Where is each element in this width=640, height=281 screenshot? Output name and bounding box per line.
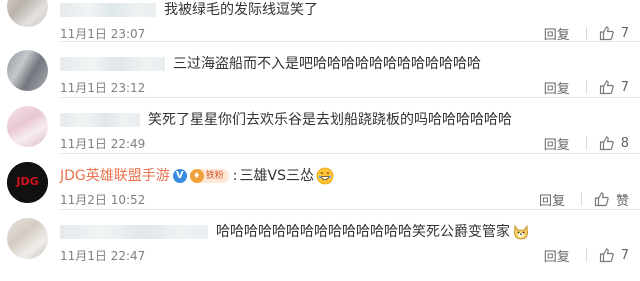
thumbs-up-icon <box>599 136 614 151</box>
comment-time: 11月1日 22:47 <box>60 248 146 263</box>
comment-meta: 11月1日 23:12 回复 7 <box>60 78 629 97</box>
user-name[interactable]: JDG英雄联盟手游 <box>60 167 170 185</box>
comment-body: 笑死了星星你们去欢乐谷是去划船跷跷板的吗哈哈哈哈哈哈 <box>60 111 512 129</box>
comment-time: 11月1日 23:12 <box>60 80 146 95</box>
verified-badge-icon: V <box>172 169 187 183</box>
jdg-logo: JDG <box>7 162 48 203</box>
avatar[interactable] <box>7 50 48 91</box>
divider <box>580 192 582 206</box>
like-button[interactable]: 7 <box>599 79 629 95</box>
comment-text: 笑死了星星你们去欢乐谷是去划船跷跷板的吗哈哈哈哈哈哈 <box>148 112 512 128</box>
comment-item: JDG JDG英雄联盟手游 V ♦ 铁粉 : 三雄VS三怂 11月2日 10:5… <box>0 154 640 210</box>
user-name-blurred[interactable] <box>60 225 208 239</box>
reply-button[interactable]: 回复 <box>544 134 570 153</box>
like-count: 7 <box>620 25 629 41</box>
fan-level-icon: ♦ <box>189 169 204 183</box>
like-count: 7 <box>620 79 629 95</box>
reply-button[interactable]: 回复 <box>544 246 570 265</box>
like-button[interactable]: 7 <box>599 247 629 263</box>
like-button[interactable]: 8 <box>599 135 629 151</box>
like-button[interactable]: 赞 <box>594 190 629 209</box>
like-button[interactable]: 7 <box>599 25 629 41</box>
comment-time: 11月1日 22:49 <box>60 136 146 151</box>
avatar[interactable] <box>7 106 48 147</box>
like-count: 7 <box>620 247 629 263</box>
comment-meta: 11月2日 10:52 回复 赞 <box>60 190 629 209</box>
thumbs-up-icon <box>594 192 609 207</box>
comment-item: 我被绿毛的发际线逗笑了 11月1日 23:07 回复 7 <box>0 0 640 43</box>
comment-text: 三雄VS三怂 <box>239 168 314 184</box>
avatar[interactable] <box>7 218 48 259</box>
comment-text: 三过海盗船而不入是吧哈哈哈哈哈哈哈哈哈哈哈哈 <box>173 56 481 72</box>
grin-emoji-icon <box>316 167 334 185</box>
user-name-blurred[interactable] <box>60 57 165 71</box>
reply-button[interactable]: 回复 <box>539 190 565 209</box>
divider <box>585 248 587 262</box>
comment-list: 我被绿毛的发际线逗笑了 11月1日 23:07 回复 7 三过海盗船而不入是吧哈… <box>0 0 640 266</box>
reply-button[interactable]: 回复 <box>544 78 570 97</box>
comment-body: 我被绿毛的发际线逗笑了 <box>60 1 318 19</box>
comment-meta: 11月1日 23:07 回复 7 <box>60 24 629 43</box>
comment-meta: 11月1日 22:47 回复 7 <box>60 246 629 265</box>
comment-body: 哈哈哈哈哈哈哈哈哈哈哈哈哈哈笑死公爵变管家 <box>60 223 530 241</box>
comment-text: 我被绿毛的发际线逗笑了 <box>164 2 318 18</box>
reply-button[interactable]: 回复 <box>544 24 570 43</box>
divider <box>585 136 587 150</box>
thumbs-up-icon <box>599 248 614 263</box>
colon: : <box>232 168 238 184</box>
comment-body: 三过海盗船而不入是吧哈哈哈哈哈哈哈哈哈哈哈哈 <box>60 55 481 73</box>
comment-meta: 11月1日 22:49 回复 8 <box>60 134 629 153</box>
avatar[interactable]: JDG <box>7 162 48 203</box>
comment-item: 哈哈哈哈哈哈哈哈哈哈哈哈哈哈笑死公爵变管家 11月1日 22:47 回复 7 <box>0 210 640 266</box>
fan-badge: ♦ 铁粉 <box>189 169 229 183</box>
comment-body: JDG英雄联盟手游 V ♦ 铁粉 : 三雄VS三怂 <box>60 167 334 185</box>
divider <box>585 80 587 94</box>
avatar[interactable] <box>7 0 48 27</box>
svg-text:JDG: JDG <box>15 175 38 188</box>
comment-text: 哈哈哈哈哈哈哈哈哈哈哈哈哈哈笑死公爵变管家 <box>216 224 510 240</box>
fan-badge-label: 铁粉 <box>205 171 224 181</box>
comment-time: 11月2日 10:52 <box>60 192 146 207</box>
comment-item: 笑死了星星你们去欢乐谷是去划船跷跷板的吗哈哈哈哈哈哈 11月1日 22:49 回… <box>0 98 640 154</box>
thumbs-up-icon <box>599 80 614 95</box>
user-name-blurred[interactable] <box>60 3 156 17</box>
comment-time: 11月1日 23:07 <box>60 26 146 41</box>
user-name-blurred[interactable] <box>60 113 140 127</box>
dog-emoji-icon <box>514 224 528 240</box>
thumbs-up-icon <box>599 26 614 41</box>
divider <box>585 26 587 40</box>
like-count: 8 <box>620 135 629 151</box>
like-label: 赞 <box>615 193 629 209</box>
comment-item: 三过海盗船而不入是吧哈哈哈哈哈哈哈哈哈哈哈哈 11月1日 23:12 回复 7 <box>0 42 640 98</box>
